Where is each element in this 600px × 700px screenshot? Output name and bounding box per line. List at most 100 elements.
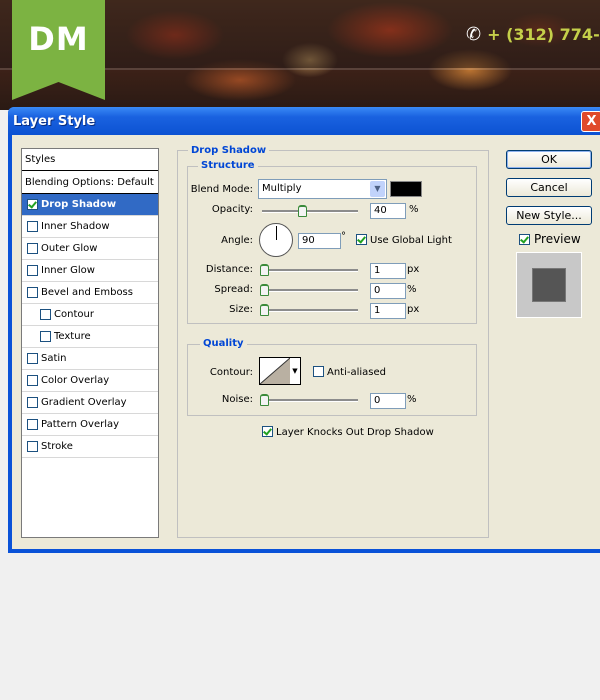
style-item-gradient-overlay[interactable]: Gradient Overlay [22,392,158,414]
ok-button[interactable]: OK [506,150,592,169]
distance-slider-thumb[interactable] [260,264,269,276]
styles-list: Styles Blending Options: Default Drop Sh… [21,148,159,538]
noise-unit: % [407,394,417,405]
spread-unit: % [407,284,417,295]
style-label: Outer Glow [41,243,98,254]
style-checkbox[interactable] [27,287,38,298]
style-checkbox[interactable] [27,353,38,364]
blending-options-label: Blending Options: Default [25,177,154,188]
style-checkbox[interactable] [40,309,51,320]
style-item-contour[interactable]: Contour [22,304,158,326]
style-label: Drop Shadow [41,199,117,210]
style-label: Satin [41,353,67,364]
shadow-color-swatch[interactable] [390,181,422,197]
chevron-down-icon[interactable]: ▼ [290,357,301,385]
style-checkbox[interactable] [27,441,38,452]
angle-input[interactable]: 90 [298,233,341,249]
style-item-pattern-overlay[interactable]: Pattern Overlay [22,414,158,436]
style-label: Texture [54,331,91,342]
quality-title: Quality [200,338,247,349]
noise-slider-thumb[interactable] [260,394,269,406]
preview-checkbox[interactable] [519,234,530,245]
style-checkbox[interactable] [27,221,38,232]
style-item-drop-shadow[interactable]: Drop Shadow [22,194,158,216]
blend-mode-value: Multiply [262,183,302,194]
dialog-body: Styles Blending Options: Default Drop Sh… [12,135,600,549]
dialog-title: Layer Style [13,114,96,129]
section-title: Drop Shadow [188,145,270,156]
style-item-bevel-and-emboss[interactable]: Bevel and Emboss [22,282,158,304]
logo-ribbon[interactable]: DM [12,0,105,100]
size-label: Size: [229,304,253,315]
size-slider[interactable] [262,309,358,312]
style-checkbox[interactable] [27,375,38,386]
style-item-inner-glow[interactable]: Inner Glow [22,260,158,282]
close-button[interactable]: X [581,111,600,132]
preview-label: Preview [534,232,581,246]
structure-title: Structure [198,160,258,171]
website-banner: DM ✆ + (312) 774-42 [0,0,600,110]
logo-text: DM [28,20,89,58]
use-global-light-label: Use Global Light [370,235,452,246]
style-checkbox[interactable] [27,199,38,210]
style-item-satin[interactable]: Satin [22,348,158,370]
style-label: Inner Glow [41,265,95,276]
spread-label: Spread: [214,284,253,295]
preview-swatch [532,268,566,302]
angle-dial[interactable] [259,223,293,257]
chevron-down-icon: ▼ [370,181,385,197]
style-item-color-overlay[interactable]: Color Overlay [22,370,158,392]
style-item-outer-glow[interactable]: Outer Glow [22,238,158,260]
contour-picker[interactable] [259,357,291,385]
style-checkbox[interactable] [27,265,38,276]
styles-header-label: Styles [25,154,56,165]
size-input[interactable]: 1 [370,303,406,319]
spread-slider[interactable] [262,289,358,292]
style-item-stroke[interactable]: Stroke [22,436,158,458]
distance-unit: px [407,264,420,275]
opacity-label: Opacity: [211,204,253,215]
size-unit: px [407,304,420,315]
spread-input[interactable]: 0 [370,283,406,299]
quality-group: Quality Contour: ▼ Anti-aliased Noise: 0… [187,338,477,416]
noise-slider[interactable] [262,399,358,402]
styles-list-header[interactable]: Styles [22,149,158,171]
style-item-inner-shadow[interactable]: Inner Shadow [22,216,158,238]
opacity-input[interactable]: 40 [370,203,406,219]
style-label: Color Overlay [41,375,110,386]
layer-knocks-out-label: Layer Knocks Out Drop Shadow [276,427,434,438]
style-label: Inner Shadow [41,221,110,232]
preview-thumbnail [516,252,582,318]
blend-mode-label: Blend Mode: [190,184,253,195]
style-checkbox[interactable] [27,397,38,408]
structure-group: Structure Blend Mode: Multiply ▼ Opacity… [187,160,477,324]
style-label: Gradient Overlay [41,397,127,408]
angle-unit: ° [341,231,346,242]
cancel-button[interactable]: Cancel [506,178,592,197]
use-global-light-checkbox[interactable] [356,234,367,245]
new-style-button[interactable]: New Style... [506,206,592,225]
dialog-titlebar[interactable]: Layer Style X [8,107,600,135]
style-checkbox[interactable] [27,243,38,254]
blend-mode-select[interactable]: Multiply ▼ [258,179,387,199]
layer-knocks-out-checkbox[interactable] [262,426,273,437]
page-background [0,552,600,700]
distance-slider[interactable] [262,269,358,272]
phone-number: ✆ + (312) 774-42 [466,24,600,45]
opacity-slider-thumb[interactable] [298,205,307,217]
distance-input[interactable]: 1 [370,263,406,279]
style-checkbox[interactable] [27,419,38,430]
anti-aliased-checkbox[interactable] [313,366,324,377]
angle-indicator [276,226,277,240]
layer-style-dialog: Layer Style X Styles Blending Options: D… [8,107,600,553]
phone-text: + (312) 774-42 [487,25,600,44]
spread-slider-thumb[interactable] [260,284,269,296]
blending-options-item[interactable]: Blending Options: Default [22,172,158,194]
style-checkbox[interactable] [40,331,51,342]
size-slider-thumb[interactable] [260,304,269,316]
style-item-texture[interactable]: Texture [22,326,158,348]
style-label: Pattern Overlay [41,419,120,430]
noise-input[interactable]: 0 [370,393,406,409]
opacity-slider[interactable] [262,210,358,213]
opacity-unit: % [409,204,419,215]
